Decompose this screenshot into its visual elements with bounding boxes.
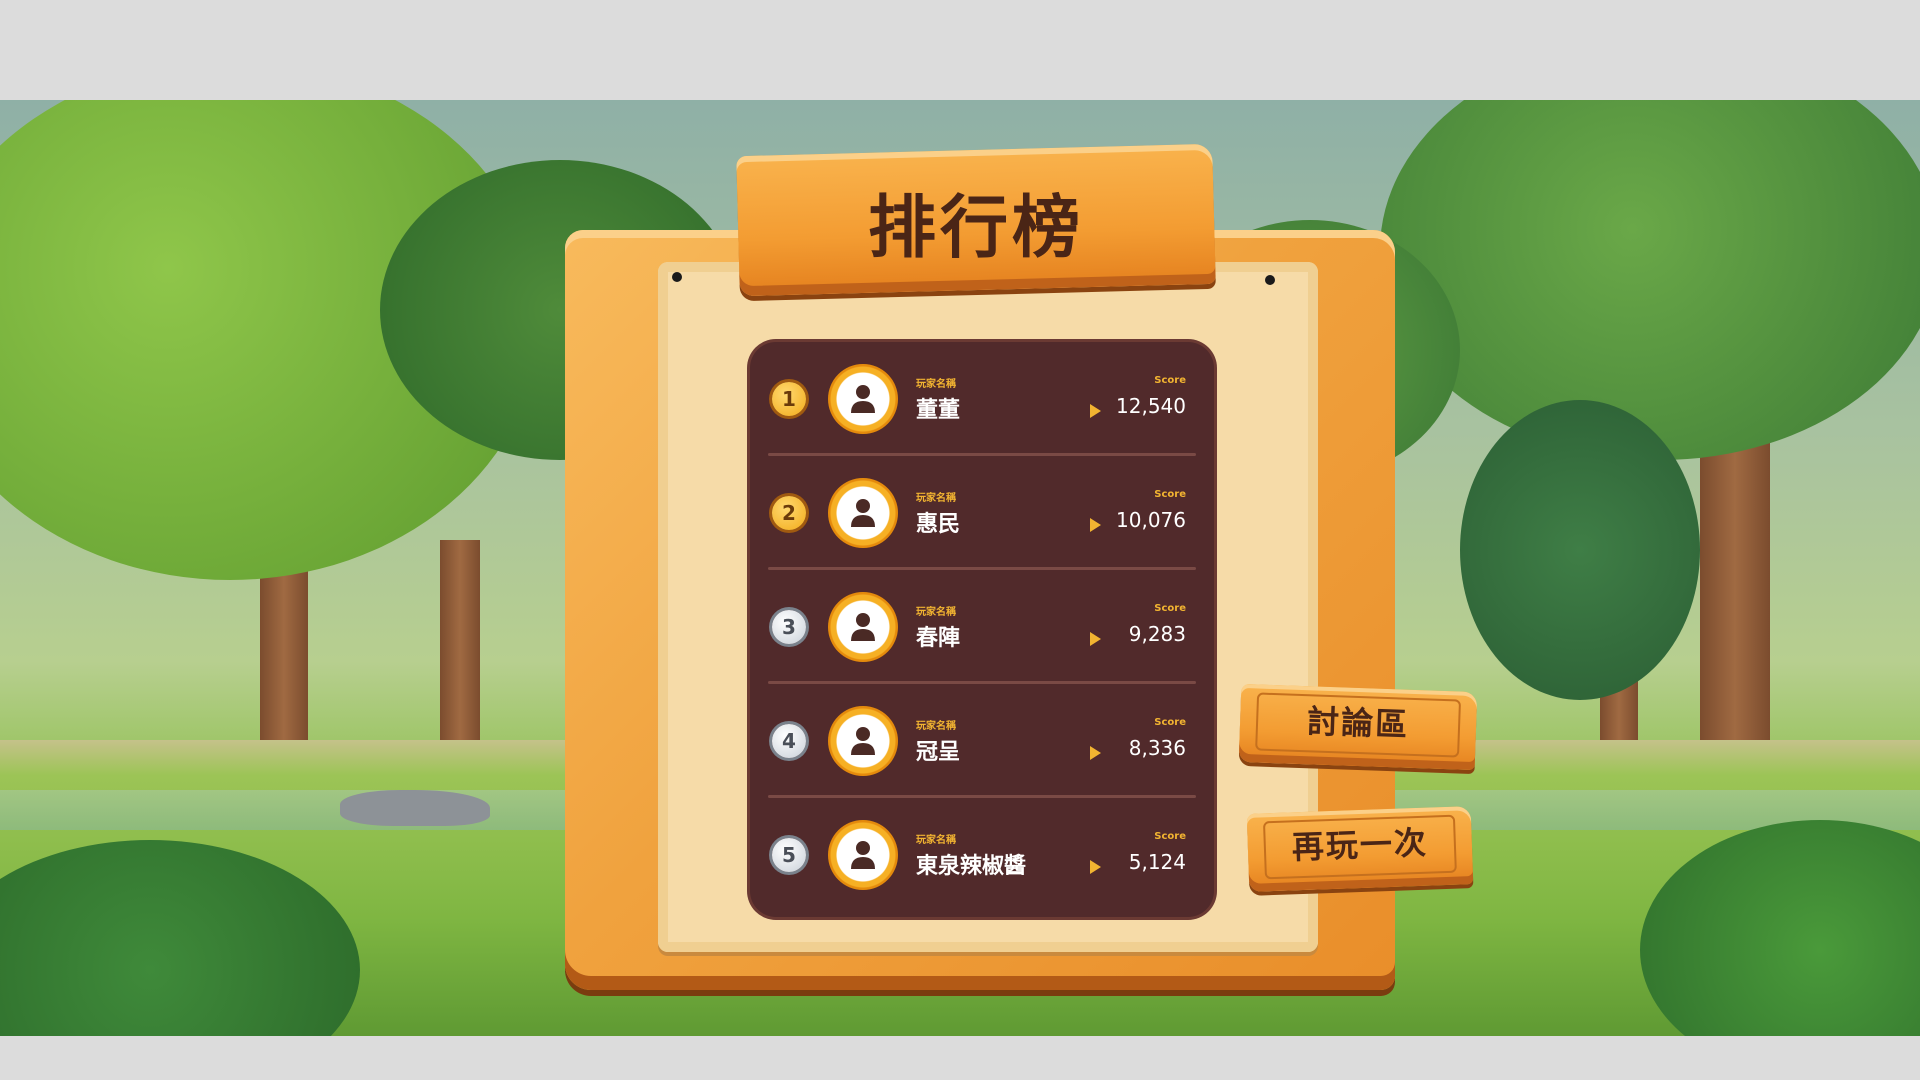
avatar-icon xyxy=(828,706,898,776)
player-score: 9,283 xyxy=(1128,622,1186,646)
avatar-icon xyxy=(828,364,898,434)
leaderboard-list: 1 玩家名稱 董董 Score 12,540 2 玩家名稱 惠民 Score 1… xyxy=(750,342,1214,917)
player-name: 惠民 xyxy=(916,512,961,537)
leaderboard-row-1: 1 玩家名稱 董董 Score 12,540 xyxy=(750,342,1214,456)
arrow-right-icon xyxy=(1090,632,1101,646)
score-label: Score xyxy=(1154,603,1186,614)
leaderboard-row-4: 4 玩家名稱 冠呈 Score 8,336 xyxy=(750,684,1214,798)
play-again-button[interactable]: 再玩一次 xyxy=(1246,806,1474,892)
sign-border xyxy=(1262,814,1457,880)
nail-icon xyxy=(672,272,682,282)
rank-badge: 2 xyxy=(772,496,806,530)
player-score: 5,124 xyxy=(1128,850,1186,874)
player-name-label: 玩家名稱 xyxy=(916,835,956,846)
arrow-right-icon xyxy=(1090,746,1101,760)
player-name: 冠呈 xyxy=(916,740,961,765)
player-name: 董董 xyxy=(916,398,961,423)
leaderboard-row-5: 5 玩家名稱 東泉辣椒醬 Score 5,124 xyxy=(750,798,1214,912)
player-score: 12,540 xyxy=(1116,394,1186,418)
player-score: 10,076 xyxy=(1116,508,1186,532)
rock xyxy=(340,790,490,826)
rank-badge: 3 xyxy=(772,610,806,644)
pine-tree xyxy=(1460,400,1700,700)
sign-border xyxy=(1255,692,1462,758)
player-name-label: 玩家名稱 xyxy=(916,379,956,390)
player-name-label: 玩家名稱 xyxy=(916,607,956,618)
rank-badge: 4 xyxy=(772,724,806,758)
score-label: Score xyxy=(1154,375,1186,386)
score-label: Score xyxy=(1154,831,1186,842)
score-label: Score xyxy=(1154,489,1186,500)
tree-canopy xyxy=(1380,100,1920,460)
avatar-icon xyxy=(828,820,898,890)
nail-icon xyxy=(1265,275,1275,285)
player-name: 春陣 xyxy=(916,626,961,651)
avatar-icon xyxy=(828,478,898,548)
rank-badge: 5 xyxy=(772,838,806,872)
leaderboard-row-3: 3 玩家名稱 春陣 Score 9,283 xyxy=(750,570,1214,684)
arrow-right-icon xyxy=(1090,860,1101,874)
forum-button[interactable]: 討論區 xyxy=(1238,683,1478,771)
player-name: 東泉辣椒醬 xyxy=(916,854,1027,879)
player-name-label: 玩家名稱 xyxy=(916,493,956,504)
page-title: 排行榜 xyxy=(867,189,1084,268)
arrow-right-icon xyxy=(1090,404,1101,418)
leaderboard-row-2: 2 玩家名稱 惠民 Score 10,076 xyxy=(750,456,1214,570)
score-label: Score xyxy=(1154,717,1186,728)
rank-badge: 1 xyxy=(772,382,806,416)
avatar-icon xyxy=(828,592,898,662)
arrow-right-icon xyxy=(1090,518,1101,532)
player-score: 8,336 xyxy=(1128,736,1186,760)
player-name-label: 玩家名稱 xyxy=(916,721,956,732)
